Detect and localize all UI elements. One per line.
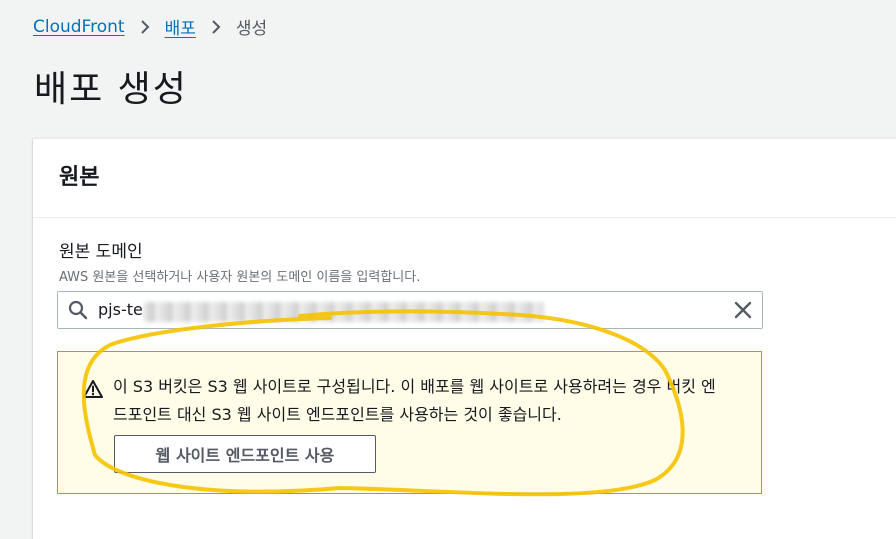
use-website-endpoint-button[interactable]: 웹 사이트 엔드포인트 사용 [114, 435, 376, 473]
breadcrumb-link-distributions[interactable]: 배포 [165, 14, 196, 39]
origin-domain-label: 원본 도메인 [59, 242, 143, 262]
chevron-right-icon [125, 17, 165, 37]
panel-title: 원본 [59, 165, 100, 190]
origin-domain-value: pjs-te [98, 300, 143, 319]
chevron-right-icon [196, 17, 236, 37]
close-icon[interactable] [732, 299, 754, 321]
panel-header: 원본 [33, 139, 896, 218]
warning-alert: 이 S3 버킷은 S3 웹 사이트로 구성됩니다. 이 배포를 웹 사이트로 사… [57, 351, 762, 494]
breadcrumb-link-cloudfront[interactable]: CloudFront [33, 17, 125, 37]
breadcrumb: CloudFront 배포 생성 [33, 14, 268, 40]
origin-domain-description: AWS 원본을 선택하거나 사용자 원본의 도메인 이름을 입력합니다. [59, 270, 421, 285]
page-title: 배포 생성 [34, 69, 188, 110]
redacted-text [144, 302, 544, 322]
breadcrumb-current: 생성 [235, 19, 268, 39]
warning-icon [83, 379, 103, 399]
search-icon [68, 300, 88, 320]
origin-domain-input[interactable]: pjs-te [57, 291, 763, 329]
warning-message: 이 S3 버킷은 S3 웹 사이트로 구성됩니다. 이 배포를 웹 사이트로 사… [113, 377, 716, 424]
origin-panel: 원본 원본 도메인 AWS 원본을 선택하거나 사용자 원본의 도메인 이름을 … [33, 138, 896, 539]
